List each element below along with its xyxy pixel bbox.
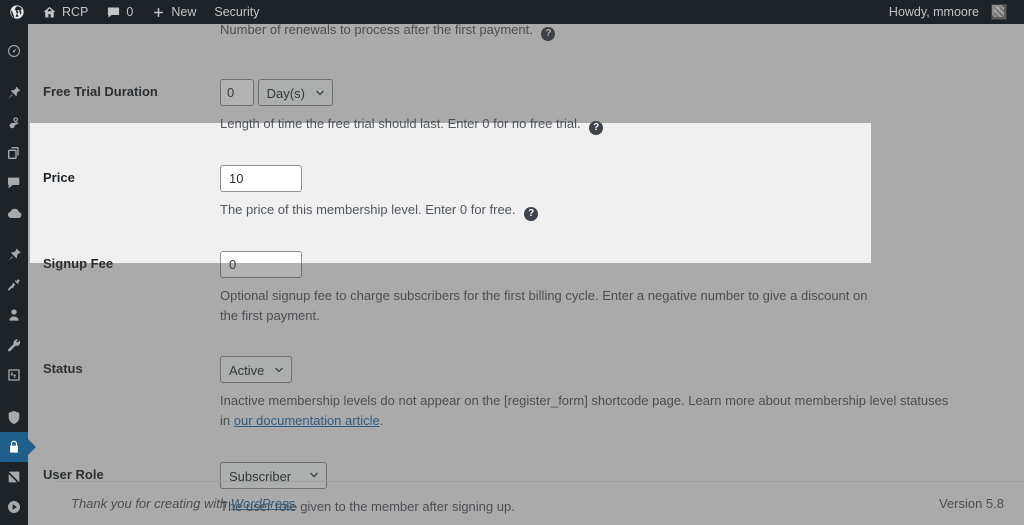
help-icon[interactable]: ? <box>524 207 539 221</box>
footer-thanks: Thank you for creating with WordPress. <box>71 496 299 511</box>
browser-viewport: RCP 0 New Security Howdy, mmoore Number … <box>0 0 1024 525</box>
label-signup-fee: Signup Fee <box>43 256 114 271</box>
price-input[interactable] <box>220 165 302 192</box>
admin-bar-item-label: New <box>171 5 197 19</box>
status-description-suffix: . <box>379 413 384 429</box>
price-description-text: The price of this membership level. Ente… <box>220 202 516 217</box>
plugins-plug-icon <box>6 277 22 293</box>
sidebar-item-posts[interactable] <box>0 78 28 108</box>
sidebar-item-cloud[interactable] <box>0 198 28 228</box>
elementor-icon <box>6 469 22 485</box>
admin-bar-item-comments[interactable]: 0 <box>97 0 142 24</box>
free-trial-unit-select-wrap: Day(s) <box>257 79 333 106</box>
wordpress-version: Version 5.8 <box>938 496 1004 511</box>
table-row-status: Status Active Inactive membership levels… <box>28 341 1024 446</box>
admin-bar-comment-count: 0 <box>126 5 134 19</box>
settings-sliders-icon <box>6 367 22 383</box>
admin-bar-left-group: RCP 0 New Security <box>0 0 269 24</box>
documentation-link[interactable]: our documentation article <box>234 413 380 428</box>
membership-level-form: Number of renewals to process after the … <box>28 24 1024 525</box>
comments-icon <box>6 175 22 191</box>
table-row-renewals-desc: Number of renewals to process after the … <box>28 24 1024 64</box>
sidebar-item-appearance[interactable] <box>0 240 28 270</box>
table-row-price: Price The price of this membership level… <box>28 150 1024 236</box>
sidebar-item-settings[interactable] <box>0 360 28 390</box>
comment-icon <box>106 5 121 20</box>
wordpress-link[interactable]: WordPress <box>231 496 295 511</box>
admin-content-area: Number of renewals to process after the … <box>28 24 1024 525</box>
admin-sidebar-menu <box>0 24 28 525</box>
footer-thanks-after: . <box>295 496 299 511</box>
appearance-pin-icon <box>6 247 22 263</box>
settings-form-table: Number of renewals to process after the … <box>28 24 1024 525</box>
sidebar-item-pages[interactable] <box>0 138 28 168</box>
table-row-free-trial-duration: Free Trial Duration Day(s) <box>28 64 1024 150</box>
signup-fee-input[interactable] <box>220 251 302 278</box>
admin-bar-right-group: Howdy, mmoore <box>880 0 1024 24</box>
renewals-description-text: Number of renewals to process after the … <box>220 24 533 37</box>
media-icon <box>6 115 22 131</box>
sidebar-item-elementor[interactable] <box>0 462 28 492</box>
pages-icon <box>6 145 22 161</box>
free-trial-unit-select[interactable]: Day(s) <box>257 79 333 106</box>
wordpress-logo-button[interactable] <box>0 0 33 24</box>
wordpress-logo-icon <box>9 4 25 20</box>
field-status: Active Inactive membership levels do not… <box>220 341 1024 446</box>
sidebar-item-restrict-content[interactable] <box>0 432 28 462</box>
field-signup-fee: Optional signup fee to charge subscriber… <box>220 236 1024 341</box>
users-icon <box>6 307 22 323</box>
sidebar-item-media-player[interactable] <box>0 492 28 522</box>
sidebar-item-users[interactable] <box>0 300 28 330</box>
shield-icon <box>6 409 22 426</box>
home-icon <box>42 5 57 20</box>
admin-bar-item-label: Security <box>214 5 260 19</box>
admin-bar-item-security[interactable]: Security <box>205 0 268 24</box>
sidebar-item-tools[interactable] <box>0 330 28 360</box>
table-row-signup-fee: Signup Fee Optional signup fee to charge… <box>28 236 1024 341</box>
dashboard-icon <box>6 43 22 59</box>
status-select[interactable]: Active <box>220 356 292 384</box>
admin-bar-my-account[interactable]: Howdy, mmoore <box>880 0 1016 24</box>
admin-bar-item-label: RCP <box>62 5 89 19</box>
status-select-wrap: Active <box>220 356 292 384</box>
lock-icon <box>6 439 22 455</box>
field-price: The price of this membership level. Ente… <box>220 150 1024 236</box>
admin-bar-item-new[interactable]: New <box>142 0 205 24</box>
tools-wrench-icon <box>6 337 22 353</box>
label-status: Status <box>43 361 83 377</box>
label-free-trial-duration: Free Trial Duration <box>43 84 158 99</box>
free-trial-duration-input[interactable] <box>220 79 254 106</box>
wp-admin-bar: RCP 0 New Security Howdy, mmoore <box>0 0 1024 24</box>
sidebar-item-comments[interactable] <box>0 168 28 198</box>
empty-label-cell <box>28 24 220 64</box>
admin-bar-item-site[interactable]: RCP <box>33 0 97 24</box>
plus-icon <box>151 5 166 20</box>
sidebar-item-media[interactable] <box>0 108 28 138</box>
field-free-trial-duration: Day(s) Length of time the free trial sho… <box>220 64 1024 150</box>
cloud-icon <box>6 205 23 222</box>
footer-thanks-before: Thank you for creating with <box>71 496 231 511</box>
help-icon[interactable]: ? <box>589 121 604 135</box>
help-icon[interactable]: ? <box>541 27 556 41</box>
play-circle-icon <box>6 499 22 515</box>
avatar <box>991 4 1007 20</box>
sidebar-item-dashboard[interactable] <box>0 36 28 66</box>
renewals-desc-cell: Number of renewals to process after the … <box>220 24 1024 64</box>
pin-posts-icon <box>6 85 22 101</box>
signup-fee-description-text: Optional signup fee to charge subscriber… <box>220 288 868 324</box>
howdy-label: Howdy, mmoore <box>888 5 979 19</box>
sidebar-item-security[interactable] <box>0 402 28 432</box>
admin-footer: Thank you for creating with WordPress. V… <box>56 481 1024 525</box>
label-price: Price <box>43 170 75 185</box>
sidebar-item-plugins[interactable] <box>0 270 28 300</box>
free-trial-description-text: Length of time the free trial should las… <box>220 116 581 131</box>
